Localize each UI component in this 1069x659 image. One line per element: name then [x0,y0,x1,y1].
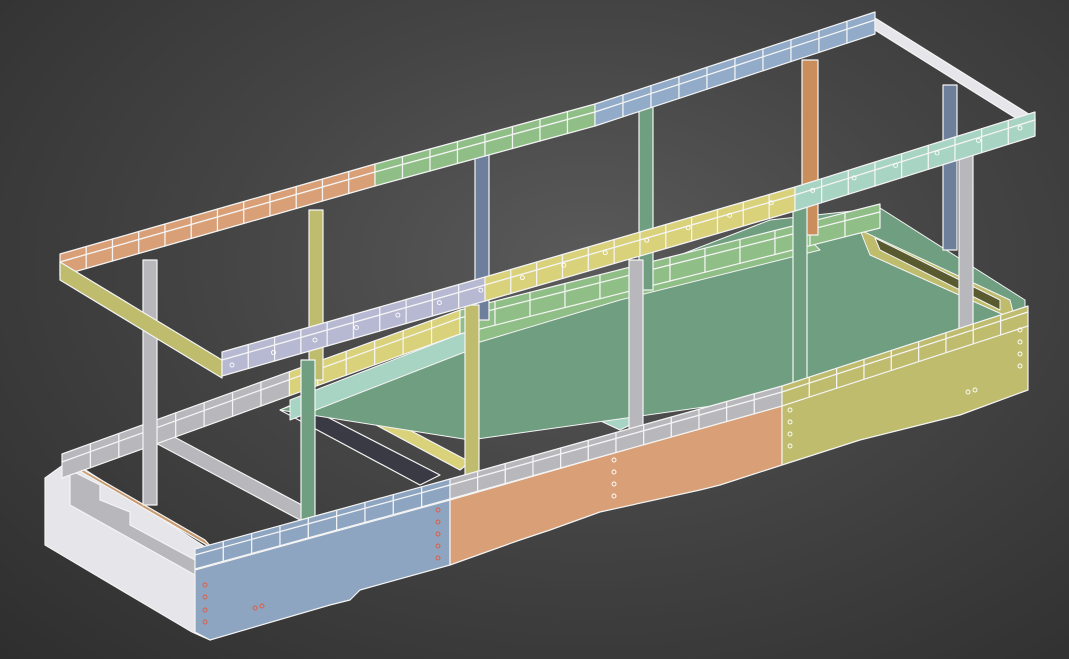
floor-cross-beam-1 [149,431,316,521]
top-left-end-rail [59,261,223,379]
post-front-2 [464,304,480,491]
3d-viewport[interactable] [0,0,1069,659]
post-front-4 [792,199,808,386]
back-structure-layer [61,203,1026,479]
steel-frame-model[interactable] [0,0,1069,659]
post-front-5 [958,149,974,341]
post-left-back [142,259,158,506]
post-back-2 [308,209,324,381]
post-front-3 [628,259,644,441]
post-back-6 [942,84,958,251]
